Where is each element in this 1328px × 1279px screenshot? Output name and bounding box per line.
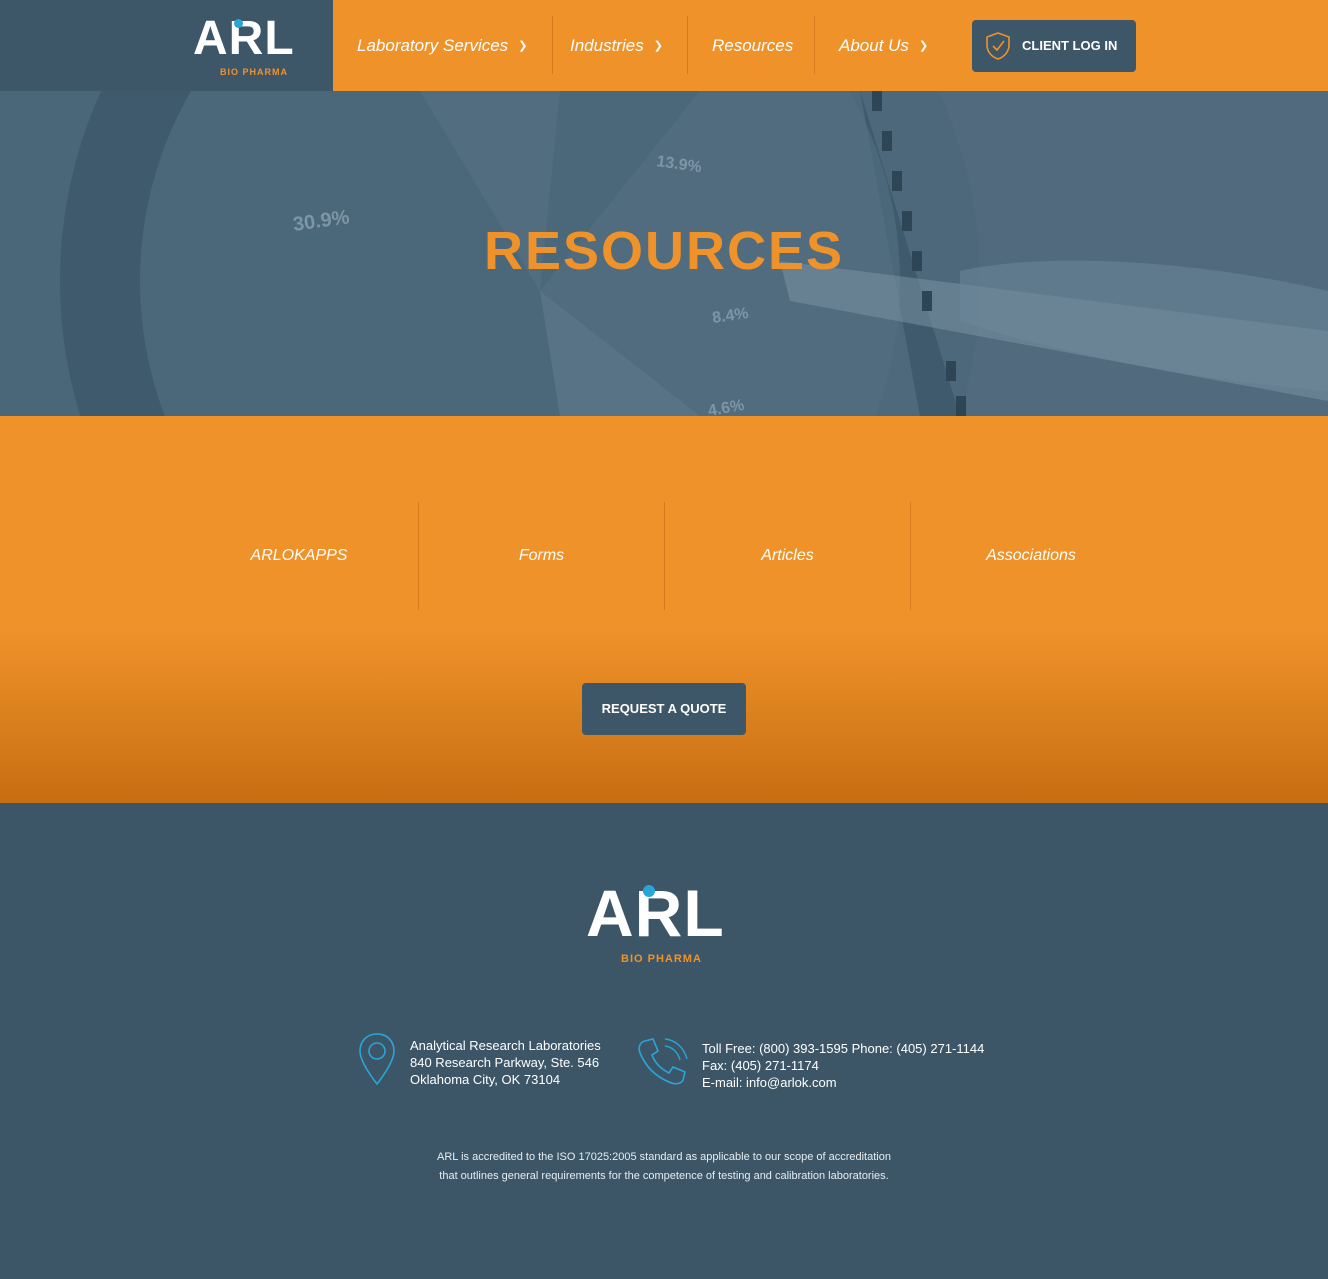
accreditation-line: that outlines general requirements for t… [439,1170,889,1182]
nav-label: Resources [712,35,794,55]
resource-link-associations[interactable]: Associations [911,502,1151,610]
nav-item-about-us[interactable]: About Us ❯ [839,0,928,91]
client-login-button[interactable]: CLIENT LOG IN [972,20,1136,72]
site-header: ARL BIO PHARMA Laboratory Services ❯ Ind… [0,0,1328,91]
shield-check-icon [986,32,1010,60]
contact-phone-line[interactable]: Toll Free: (800) 393-1595 Phone: (405) 2… [702,1040,984,1057]
nav-divider [814,16,815,74]
chevron-down-icon: ❯ [518,39,528,52]
client-login-label: CLIENT LOG IN [1022,38,1118,53]
logo-dot-icon [643,885,655,897]
nav-item-laboratory-services[interactable]: Laboratory Services ❯ [357,0,527,91]
request-quote-button[interactable]: REQUEST A QUOTE [582,683,746,735]
nav-label: Laboratory Services [357,35,509,55]
nav-item-resources[interactable]: Resources [712,0,793,91]
hero-banner: 13.9% 30.9% 8.4% 4.6% RESOURCES [0,91,1328,416]
contact-fax-line: Fax: (405) 271-1174 [702,1058,819,1073]
address-line: Oklahoma City, OK 73104 [410,1072,561,1087]
chevron-down-icon: ❯ [653,39,663,52]
page-title: RESOURCES [483,221,845,281]
chevron-down-icon: ❯ [918,39,929,52]
logo-subtitle: BIO PHARMA [220,67,288,77]
resource-link-forms[interactable]: Forms [419,502,664,610]
address-line: Analytical Research Laboratories [410,1038,601,1053]
footer-arl-logo[interactable]: ARL BIO PHARMA [586,878,742,968]
resource-link-arlokapps[interactable]: ARLOKAPPS [180,502,418,610]
nav-divider [687,16,688,74]
footer-address: Analytical Research Laboratories 840 Res… [410,1037,601,1088]
logo-dot-icon [234,19,243,28]
header-logo-block: ARL BIO PHARMA [0,0,333,91]
address-line: 840 Research Parkway, Ste. 546 [410,1055,600,1070]
nav-label: About Us [839,35,909,55]
logo-text: ARL [193,12,295,65]
resource-link-articles[interactable]: Articles [665,502,910,610]
nav-item-industries[interactable]: Industries ❯ [570,0,663,91]
phone-icon [638,1038,688,1085]
contact-email-line[interactable]: E-mail: info@arlok.com [702,1074,984,1091]
accreditation-text: ARL is accredited to the ISO 17025:2005 … [380,1148,948,1186]
nav-label: Industries [570,35,644,55]
logo-subtitle: BIO PHARMA [621,953,702,965]
map-pin-icon [359,1033,395,1086]
footer-contact: Toll Free: (800) 393-1595 Phone: (405) 2… [702,1040,984,1091]
nav-divider [552,16,553,74]
arl-logo[interactable]: ARL BIO PHARMA [193,14,307,78]
logo-text: ARL [586,876,725,950]
accreditation-line: ARL is accredited to the ISO 17025:2005 … [437,1151,891,1163]
